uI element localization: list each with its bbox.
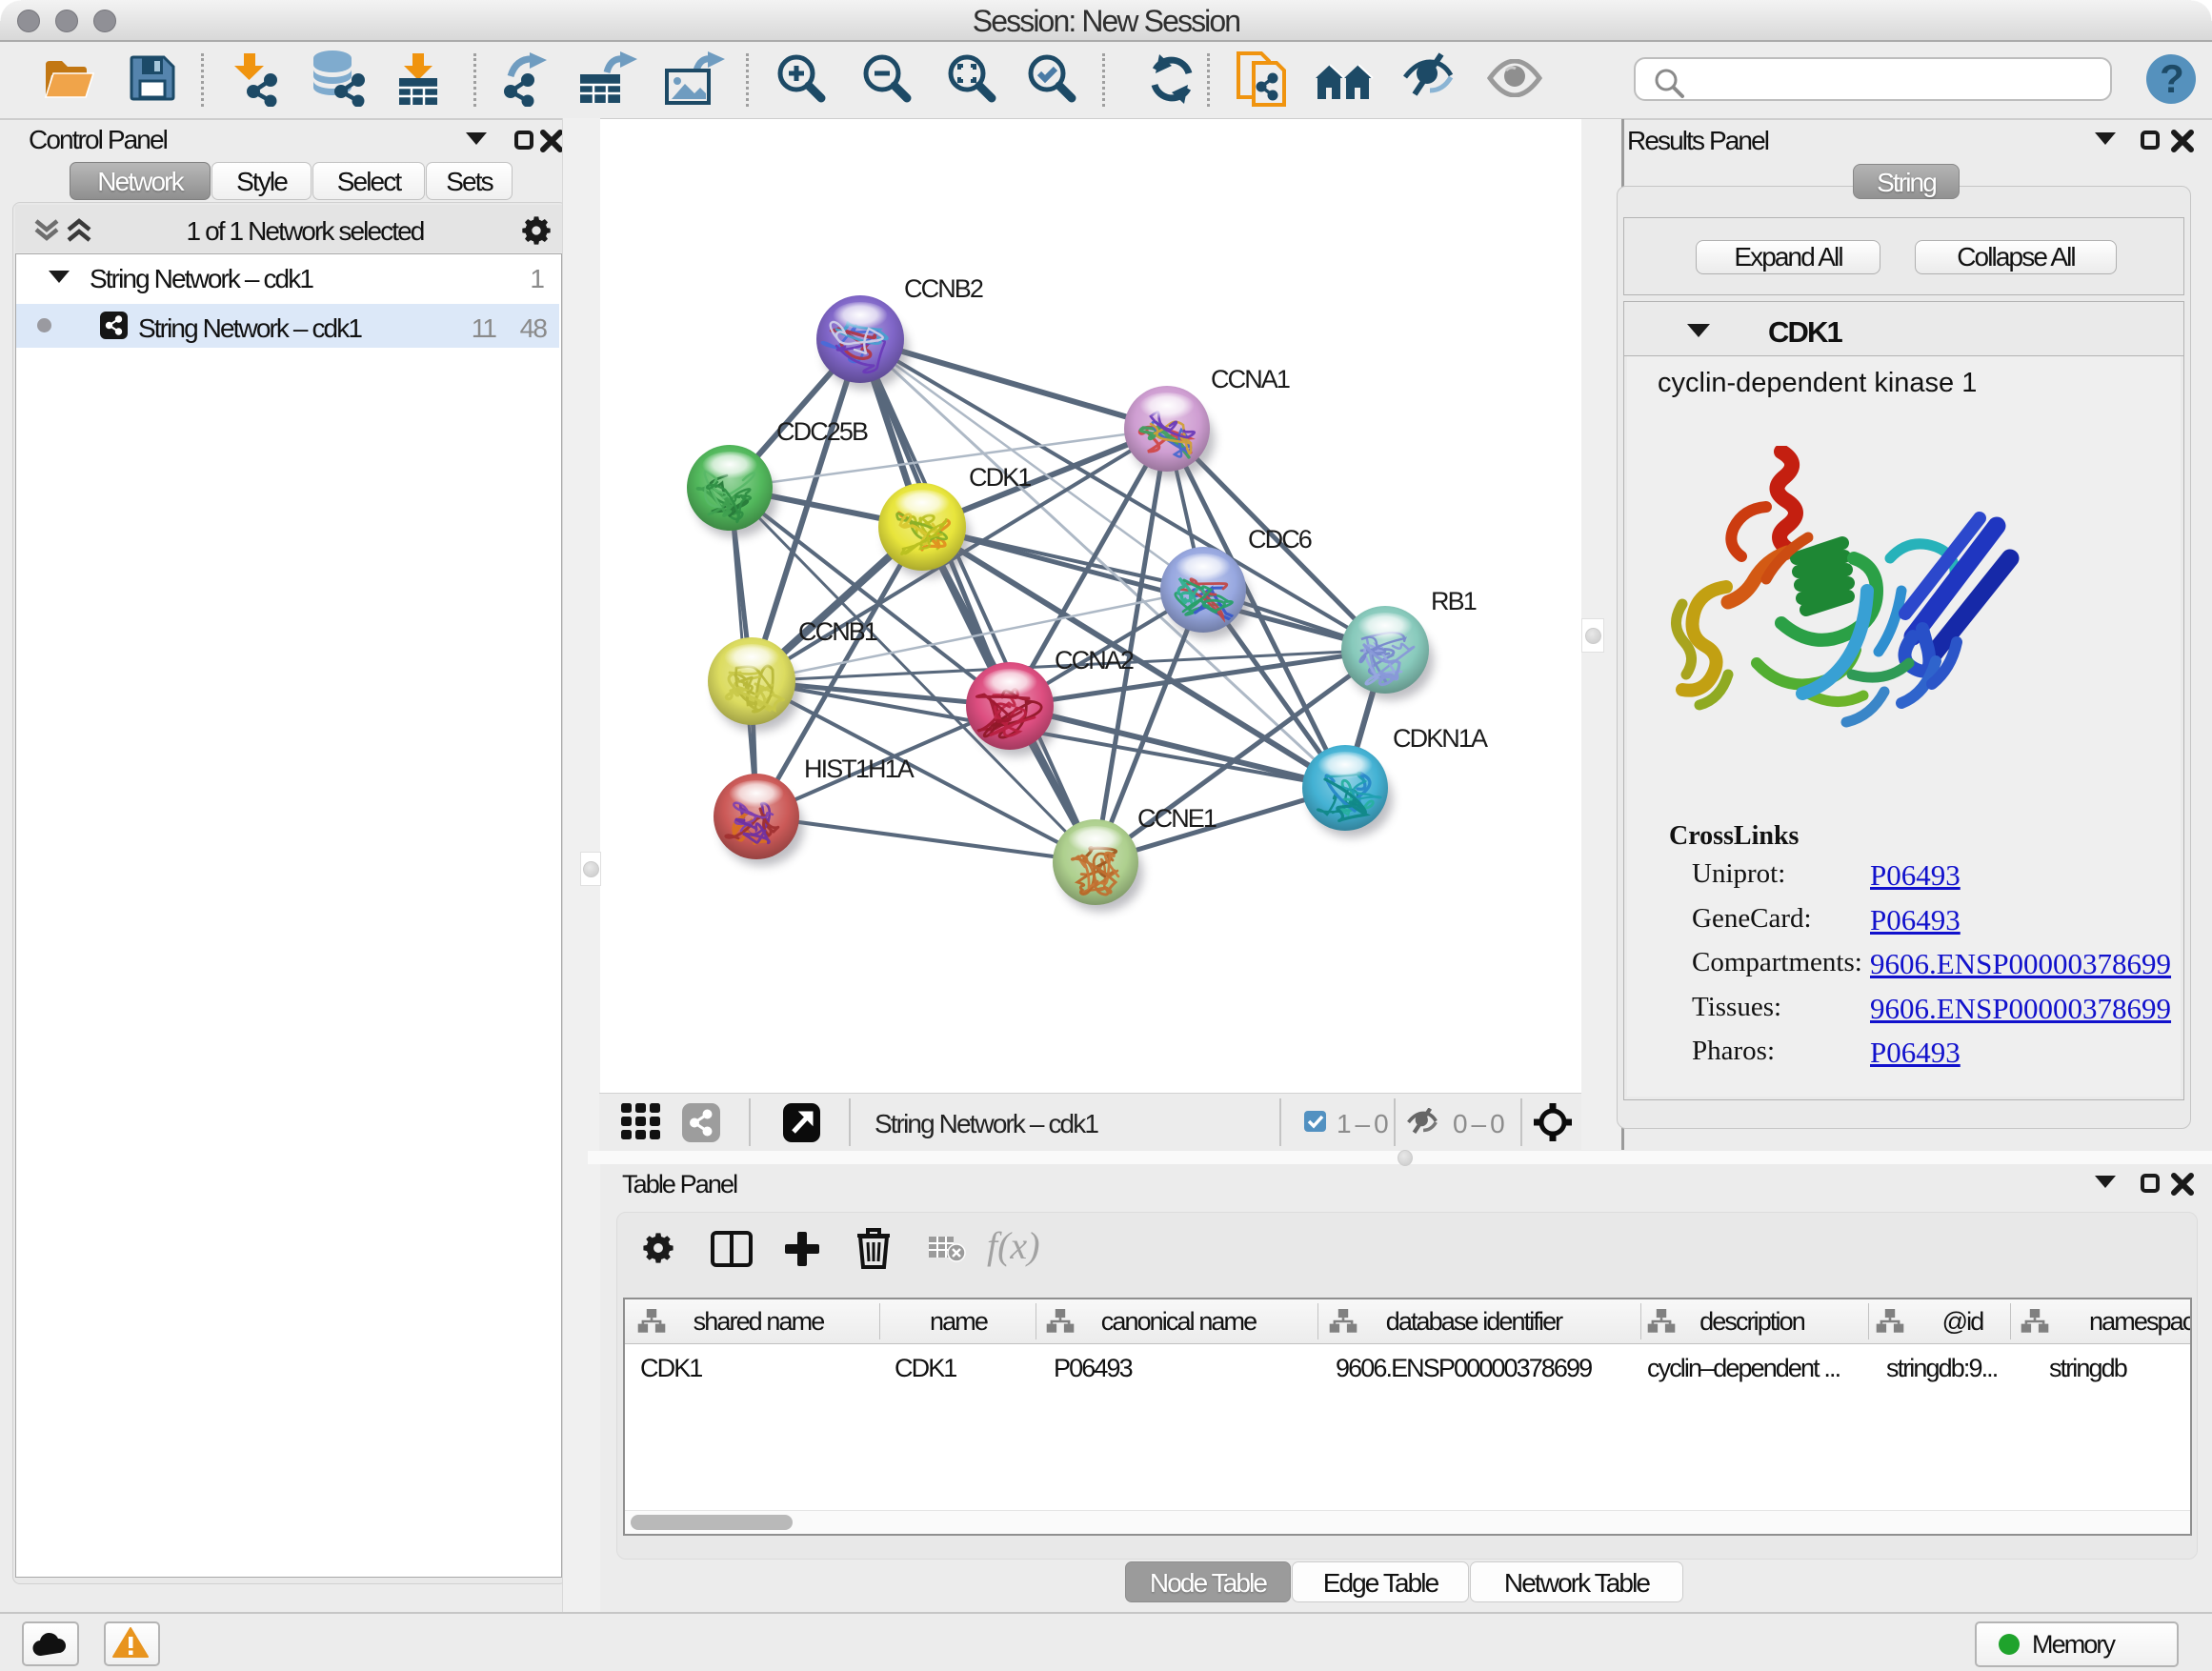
- svg-text:CCNA2: CCNA2: [1055, 646, 1134, 674]
- svg-text:CCNE1: CCNE1: [1137, 804, 1217, 833]
- svg-text:CDKN1A: CDKN1A: [1393, 724, 1488, 753]
- svg-text:HIST1H1A: HIST1H1A: [804, 755, 915, 783]
- svg-text:CCNB1: CCNB1: [798, 617, 877, 646]
- svg-text:CCNB2: CCNB2: [904, 274, 983, 303]
- svg-text:RB1: RB1: [1431, 587, 1477, 615]
- svg-text:CDC6: CDC6: [1248, 525, 1312, 554]
- svg-text:?: ?: [2160, 56, 2182, 101]
- svg-text:CCNA1: CCNA1: [1211, 365, 1290, 393]
- svg-text:CDK1: CDK1: [969, 463, 1031, 492]
- svg-text:CDC25B: CDC25B: [776, 417, 868, 446]
